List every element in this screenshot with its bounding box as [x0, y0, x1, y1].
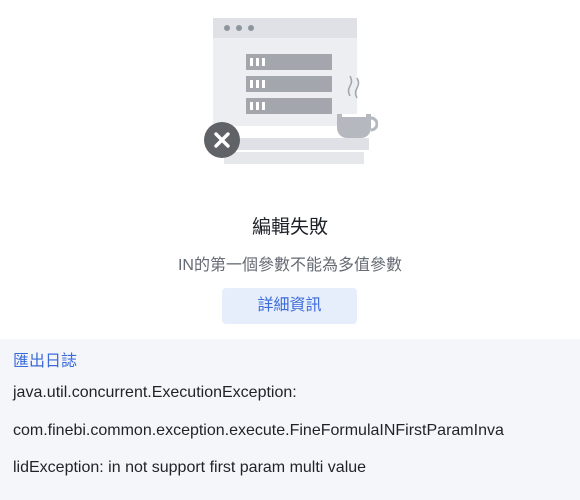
log-line: java.util.concurrent.ExecutionException:	[13, 384, 297, 401]
details-button[interactable]: 詳細資訊	[222, 288, 357, 324]
details-panel: 匯出日誌 java.util.concurrent.ExecutionExcep…	[0, 339, 580, 500]
error-illustration	[204, 18, 378, 164]
error-message: IN的第一個參數不能為多值參數	[177, 257, 402, 274]
export-log-link[interactable]: 匯出日誌	[13, 347, 77, 371]
log-line: lidException: in not support first param…	[13, 459, 367, 476]
dialog-title: 編輯失敗	[251, 217, 328, 238]
log-line: com.finebi.common.exception.execute.Fine…	[13, 422, 504, 439]
close-icon	[204, 122, 240, 158]
